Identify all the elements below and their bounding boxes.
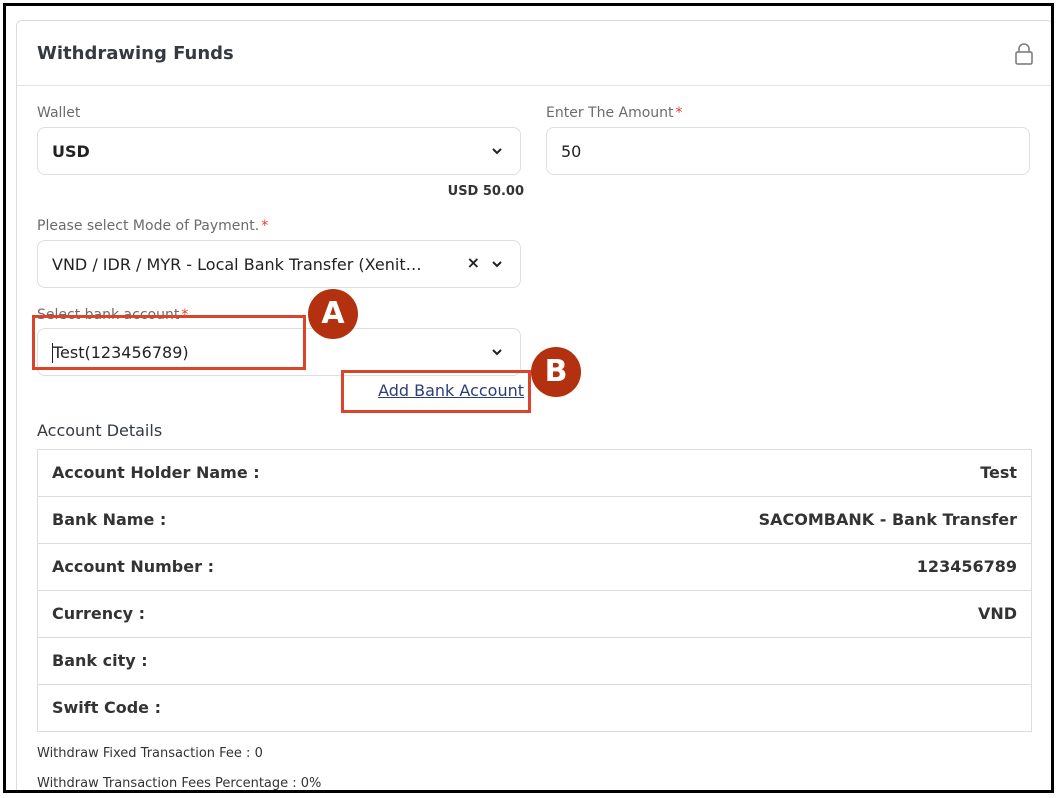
payment-mode-required-mark: * — [261, 218, 269, 234]
table-row: Currency : VND — [38, 591, 1031, 638]
wallet-balance-hint: USD 50.00 — [447, 184, 524, 199]
payment-mode-label: Please select Mode of Payment. * — [37, 218, 268, 234]
annotation-box-b — [341, 370, 531, 413]
payment-mode-select-value: VND / IDR / MYR - Local Bank Transfer (X… — [52, 255, 422, 274]
table-row: Bank Name : SACOMBANK - Bank Transfer — [38, 497, 1031, 544]
chevron-down-icon — [492, 148, 502, 155]
detail-key: Swift Code : — [52, 698, 161, 717]
amount-input[interactable]: 50 — [546, 127, 1030, 175]
lock-icon[interactable] — [1014, 43, 1034, 65]
table-row: Swift Code : — [38, 685, 1031, 731]
detail-value: SACOMBANK - Bank Transfer — [758, 510, 1017, 529]
wallet-label-text: Wallet — [37, 105, 81, 121]
screenshot-frame: Withdrawing Funds Wallet USD USD 50.00 E… — [3, 3, 1054, 793]
detail-key: Account Number : — [52, 557, 214, 576]
amount-required-mark: * — [675, 105, 683, 121]
card-header: Withdrawing Funds — [17, 21, 1051, 86]
detail-key: Bank city : — [52, 651, 148, 670]
annotation-box-a — [32, 315, 306, 370]
fixed-fee-text: Withdraw Fixed Transaction Fee : 0 — [37, 746, 263, 761]
wallet-select-value: USD — [52, 142, 90, 161]
amount-input-value: 50 — [561, 142, 582, 161]
detail-key: Currency : — [52, 604, 146, 623]
chevron-down-icon — [492, 349, 502, 356]
chevron-down-icon — [492, 261, 502, 268]
card-title: Withdrawing Funds — [37, 43, 234, 64]
detail-value: Test — [980, 463, 1017, 482]
detail-value: VND — [977, 604, 1017, 623]
payment-mode-label-text: Please select Mode of Payment. — [37, 218, 260, 234]
percentage-fee-text: Withdraw Transaction Fees Percentage : 0… — [37, 776, 322, 791]
detail-key: Account Holder Name : — [52, 463, 260, 482]
amount-label: Enter The Amount * — [546, 105, 683, 121]
annotation-badge-b: B — [531, 347, 581, 397]
annotation-badge-a: A — [308, 289, 358, 339]
table-row: Account Number : 123456789 — [38, 544, 1031, 591]
detail-value: 123456789 — [916, 557, 1017, 576]
clear-icon[interactable]: × — [467, 253, 480, 272]
table-row: Account Holder Name : Test — [38, 450, 1031, 497]
payment-mode-select[interactable]: VND / IDR / MYR - Local Bank Transfer (X… — [37, 240, 521, 288]
withdraw-card: Withdrawing Funds Wallet USD USD 50.00 E… — [16, 20, 1051, 791]
wallet-select[interactable]: USD — [37, 127, 521, 175]
account-details-title: Account Details — [37, 421, 163, 440]
table-row: Bank city : — [38, 638, 1031, 685]
wallet-label: Wallet — [37, 105, 80, 121]
detail-key: Bank Name : — [52, 510, 167, 529]
amount-label-text: Enter The Amount — [546, 105, 674, 121]
account-details-table: Account Holder Name : Test Bank Name : S… — [37, 449, 1032, 732]
